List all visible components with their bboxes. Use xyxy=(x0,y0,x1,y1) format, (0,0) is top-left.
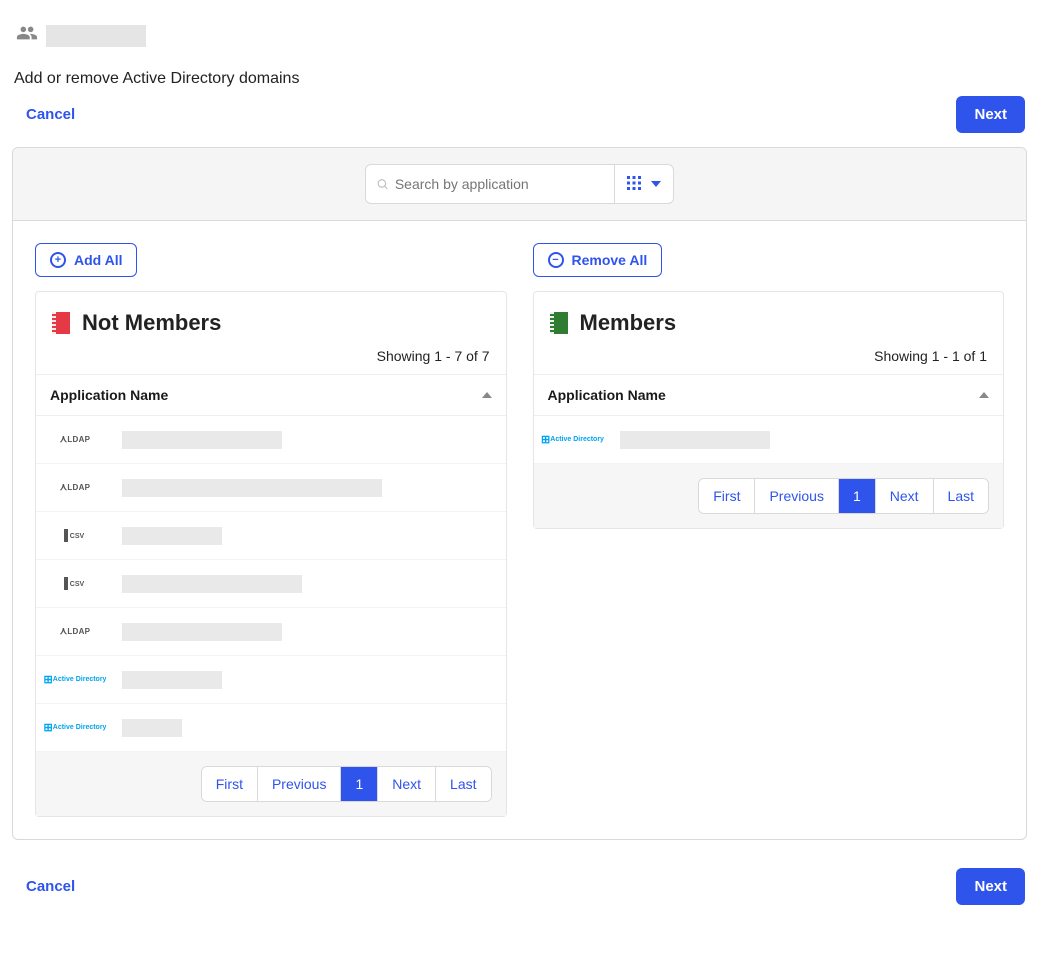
members-footer: First Previous 1 Next Last xyxy=(534,464,1004,528)
members-card: Members Showing 1 - 1 of 1 Application N… xyxy=(533,291,1005,529)
column-label: Application Name xyxy=(50,387,168,403)
main-panel: + Add All Not Members Showing 1 - 7 of 7… xyxy=(12,147,1027,840)
pager-last[interactable]: Last xyxy=(934,479,988,513)
not-members-row[interactable]: CSV xyxy=(36,512,506,560)
search-input[interactable] xyxy=(395,176,604,192)
not-members-row[interactable]: LDAP xyxy=(36,416,506,464)
pager-first[interactable]: First xyxy=(202,767,258,801)
column-label: Application Name xyxy=(548,387,666,403)
members-column-header[interactable]: Application Name xyxy=(534,375,1004,416)
members-showing: Showing 1 - 1 of 1 xyxy=(550,348,988,364)
active-directory-icon: Active Directory xyxy=(50,673,100,686)
members-header: Members Showing 1 - 1 of 1 xyxy=(534,292,1004,375)
app-name-redacted xyxy=(122,623,282,641)
grid-icon xyxy=(627,176,641,192)
page-subtitle: Add or remove Active Directory domains xyxy=(14,70,1027,88)
not-members-pagination: First Previous 1 Next Last xyxy=(201,766,492,802)
not-members-card: Not Members Showing 1 - 7 of 7 Applicati… xyxy=(35,291,507,817)
app-name-redacted xyxy=(122,431,282,449)
search-box[interactable] xyxy=(365,164,615,204)
not-members-row[interactable]: Active Directory xyxy=(36,704,506,752)
add-all-button[interactable]: + Add All xyxy=(35,243,137,277)
active-directory-icon: Active Directory xyxy=(548,433,598,446)
ldap-icon: LDAP xyxy=(50,482,100,493)
search-icon xyxy=(376,177,389,191)
page-title-redacted xyxy=(46,25,146,47)
cancel-link-top[interactable]: Cancel xyxy=(26,106,75,123)
not-members-footer: First Previous 1 Next Last xyxy=(36,752,506,816)
csv-icon: CSV xyxy=(50,577,100,590)
next-button-top[interactable]: Next xyxy=(956,96,1025,133)
members-pagination: First Previous 1 Next Last xyxy=(698,478,989,514)
active-directory-icon: Active Directory xyxy=(50,721,100,734)
app-name-redacted xyxy=(122,671,222,689)
app-name-redacted xyxy=(620,431,770,449)
not-members-row[interactable]: LDAP xyxy=(36,608,506,656)
next-button-bottom[interactable]: Next xyxy=(956,868,1025,905)
pager-previous[interactable]: Previous xyxy=(755,479,838,513)
plus-circle-icon: + xyxy=(50,252,66,268)
not-members-badge-icon xyxy=(52,312,70,334)
cancel-link-bottom[interactable]: Cancel xyxy=(26,878,75,895)
top-action-row: Cancel Next xyxy=(14,96,1025,133)
remove-all-button[interactable]: − Remove All xyxy=(533,243,663,277)
members-column: − Remove All Members Showing 1 - 1 of 1 … xyxy=(533,243,1005,529)
ldap-icon: LDAP xyxy=(50,434,100,445)
bottom-action-row: Cancel Next xyxy=(14,868,1025,905)
ldap-icon: LDAP xyxy=(50,626,100,637)
sort-ascending-icon xyxy=(482,392,492,398)
pager-page-1[interactable]: 1 xyxy=(839,479,876,513)
search-group xyxy=(365,164,674,204)
not-members-title: Not Members xyxy=(82,310,221,336)
pager-next[interactable]: Next xyxy=(378,767,436,801)
members-badge-icon xyxy=(550,312,568,334)
pager-previous[interactable]: Previous xyxy=(258,767,341,801)
pager-last[interactable]: Last xyxy=(436,767,490,801)
pager-next[interactable]: Next xyxy=(876,479,934,513)
not-members-row[interactable]: LDAP xyxy=(36,464,506,512)
page-header xyxy=(16,22,1027,50)
chevron-down-icon xyxy=(651,181,661,187)
csv-icon: CSV xyxy=(50,529,100,542)
pager-page-1[interactable]: 1 xyxy=(341,767,378,801)
app-name-redacted xyxy=(122,479,382,497)
members-title: Members xyxy=(580,310,677,336)
not-members-column: + Add All Not Members Showing 1 - 7 of 7… xyxy=(35,243,507,817)
pager-first[interactable]: First xyxy=(699,479,755,513)
add-all-label: Add All xyxy=(74,252,122,268)
not-members-row[interactable]: Active Directory xyxy=(36,656,506,704)
panel-toolbar xyxy=(13,148,1026,221)
minus-circle-icon: − xyxy=(548,252,564,268)
not-members-header: Not Members Showing 1 - 7 of 7 xyxy=(36,292,506,375)
sort-ascending-icon xyxy=(979,392,989,398)
app-name-redacted xyxy=(122,719,182,737)
app-name-redacted xyxy=(122,575,302,593)
not-members-row[interactable]: CSV xyxy=(36,560,506,608)
people-icon xyxy=(16,22,38,50)
panel-body: + Add All Not Members Showing 1 - 7 of 7… xyxy=(13,221,1026,839)
remove-all-label: Remove All xyxy=(572,252,648,268)
app-name-redacted xyxy=(122,527,222,545)
not-members-showing: Showing 1 - 7 of 7 xyxy=(52,348,490,364)
not-members-column-header[interactable]: Application Name xyxy=(36,375,506,416)
view-toggle-button[interactable] xyxy=(615,164,674,204)
members-row[interactable]: Active Directory xyxy=(534,416,1004,464)
